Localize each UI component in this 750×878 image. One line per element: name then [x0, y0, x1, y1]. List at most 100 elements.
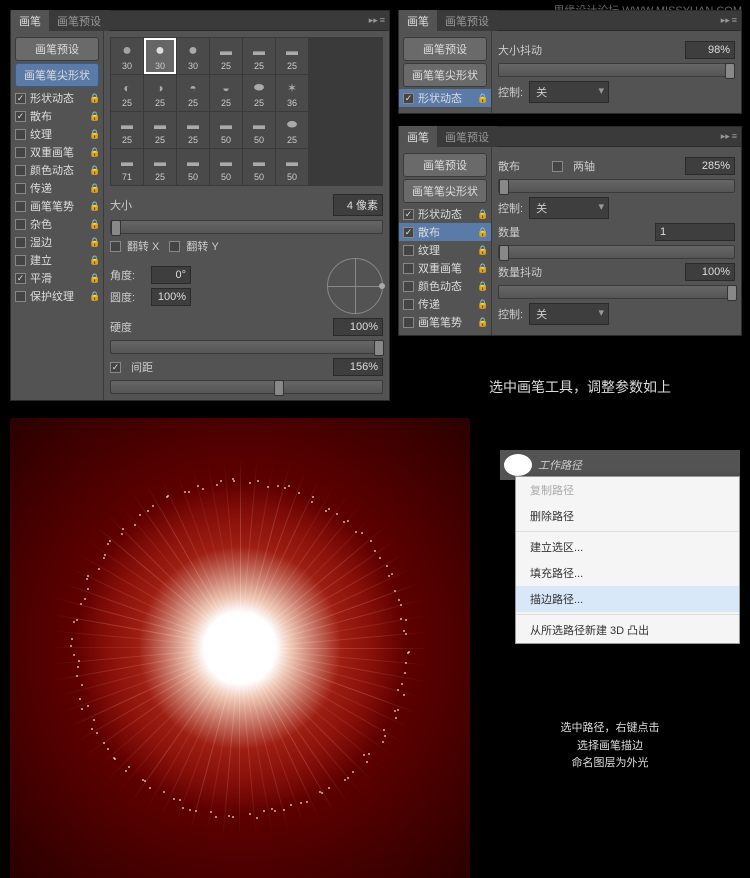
checkbox[interactable] [15, 201, 26, 212]
option-传递[interactable]: 传递🔒 [11, 179, 103, 197]
checkbox[interactable] [403, 227, 414, 238]
option-形状动态[interactable]: 形状动态🔒 [399, 205, 491, 223]
brush-cell[interactable]: ◑25 [144, 75, 176, 111]
scatter-slider[interactable] [498, 179, 735, 193]
size-value[interactable]: 4 像素 [333, 194, 383, 216]
option-双重画笔[interactable]: 双重画笔🔒 [11, 143, 103, 161]
lock-icon[interactable]: 🔒 [477, 209, 487, 220]
brush-cell[interactable]: ◒25 [210, 75, 242, 111]
lock-icon[interactable]: 🔒 [477, 317, 487, 328]
checkbox[interactable] [15, 273, 26, 284]
cjitter-slider[interactable] [498, 285, 735, 299]
tab-preset[interactable]: 画笔预设 [437, 10, 497, 32]
brush-cell[interactable]: ▬25 [111, 112, 143, 148]
jitter-value[interactable]: 98% [685, 41, 735, 59]
tab-brush[interactable]: 画笔 [399, 126, 437, 148]
menu-item[interactable]: 描边路径... [516, 586, 739, 612]
lock-icon[interactable]: 🔒 [89, 165, 99, 176]
checkbox[interactable] [15, 111, 26, 122]
menu-item[interactable]: 填充路径... [516, 560, 739, 586]
brush-cell[interactable]: ◓25 [177, 75, 209, 111]
checkbox[interactable] [15, 129, 26, 140]
tip-shape-button[interactable]: 画笔笔尖形状 [15, 63, 99, 87]
spacing-checkbox[interactable] [110, 362, 121, 373]
tip-shape-button[interactable]: 画笔笔尖形状 [403, 179, 487, 203]
option-保护纹理[interactable]: 保护纹理🔒 [11, 287, 103, 305]
brush-cell[interactable]: ✶36 [276, 75, 308, 111]
checkbox[interactable] [15, 165, 26, 176]
hardness-value[interactable]: 100% [333, 318, 383, 336]
both-checkbox[interactable] [552, 161, 563, 172]
brush-cell[interactable]: ▬25 [210, 38, 242, 74]
angle-value[interactable]: 0° [151, 266, 191, 284]
preset-button[interactable]: 画笔预设 [15, 37, 99, 61]
brush-cell[interactable]: ●30 [177, 38, 209, 74]
preset-button[interactable]: 画笔预设 [403, 37, 487, 61]
lock-icon[interactable]: 🔒 [89, 93, 99, 104]
lock-icon[interactable]: 🔒 [89, 237, 99, 248]
lock-icon[interactable]: 🔒 [89, 255, 99, 266]
option-形状动态[interactable]: 形状动态🔒 [11, 89, 103, 107]
brush-cell[interactable]: ▬71 [111, 149, 143, 185]
menu-item[interactable]: 建立选区... [516, 534, 739, 560]
flipx-checkbox[interactable] [110, 241, 121, 252]
brush-cell[interactable]: ▬50 [210, 149, 242, 185]
lock-icon[interactable]: 🔒 [89, 273, 99, 284]
option-画笔笔势[interactable]: 画笔笔势🔒 [11, 197, 103, 215]
tip-shape-button[interactable]: 画笔笔尖形状 [403, 63, 487, 87]
brush-cell[interactable]: ●30 [144, 38, 176, 74]
ctrl-dropdown[interactable]: 关 [529, 197, 609, 219]
lock-icon[interactable]: 🔒 [89, 201, 99, 212]
brush-cell[interactable]: ▬25 [144, 112, 176, 148]
lock-icon[interactable]: 🔒 [89, 291, 99, 302]
lock-icon[interactable]: 🔒 [89, 183, 99, 194]
checkbox[interactable] [403, 245, 414, 256]
checkbox[interactable] [15, 219, 26, 230]
checkbox[interactable] [403, 93, 414, 104]
option-纹理[interactable]: 纹理🔒 [11, 125, 103, 143]
ctrl2-dropdown[interactable]: 关 [529, 303, 609, 325]
lock-icon[interactable]: 🔒 [477, 93, 487, 104]
option-颜色动态[interactable]: 颜色动态🔒 [11, 161, 103, 179]
ctrl-dropdown[interactable]: 关 [529, 81, 609, 103]
tab-brush[interactable]: 画笔 [399, 10, 437, 32]
option-平滑[interactable]: 平滑🔒 [11, 269, 103, 287]
checkbox[interactable] [403, 281, 414, 292]
checkbox[interactable] [15, 93, 26, 104]
brush-cell[interactable]: ⬬25 [243, 75, 275, 111]
option-双重画笔[interactable]: 双重画笔🔒 [399, 259, 491, 277]
checkbox[interactable] [15, 255, 26, 266]
lock-icon[interactable]: 🔒 [477, 281, 487, 292]
option-建立[interactable]: 建立🔒 [11, 251, 103, 269]
collapse-icon[interactable]: ▸▸ [721, 131, 730, 142]
scatter-value[interactable]: 285% [685, 157, 735, 175]
lock-icon[interactable]: 🔒 [477, 245, 487, 256]
angle-disc[interactable] [327, 258, 383, 314]
lock-icon[interactable]: 🔒 [89, 111, 99, 122]
option-纹理[interactable]: 纹理🔒 [399, 241, 491, 259]
flipy-checkbox[interactable] [169, 241, 180, 252]
brush-cell[interactable]: ◐25 [111, 75, 143, 111]
menu-item[interactable]: 从所选路径新建 3D 凸出 [516, 617, 739, 643]
lock-icon[interactable]: 🔒 [477, 227, 487, 238]
option-散布[interactable]: 散布🔒 [399, 223, 491, 241]
round-value[interactable]: 100% [151, 288, 191, 306]
lock-icon[interactable]: 🔒 [477, 263, 487, 274]
option-颜色动态[interactable]: 颜色动态🔒 [399, 277, 491, 295]
tab-preset[interactable]: 画笔预设 [49, 10, 109, 32]
brush-cell[interactable]: ●30 [111, 38, 143, 74]
lock-icon[interactable]: 🔒 [89, 147, 99, 158]
cjitter-value[interactable]: 100% [685, 263, 735, 281]
brush-cell[interactable]: ▬25 [144, 149, 176, 185]
preset-button[interactable]: 画笔预设 [403, 153, 487, 177]
checkbox[interactable] [403, 209, 414, 220]
brush-cell[interactable]: ▬50 [210, 112, 242, 148]
size-slider[interactable] [110, 220, 383, 234]
hardness-slider[interactable] [110, 340, 383, 354]
menu-item[interactable]: 删除路径 [516, 503, 739, 529]
collapse-icon[interactable]: ▸▸ [721, 15, 730, 26]
checkbox[interactable] [15, 147, 26, 158]
checkbox[interactable] [403, 263, 414, 274]
lock-icon[interactable]: 🔒 [477, 299, 487, 310]
option-画笔笔势[interactable]: 画笔笔势🔒 [399, 313, 491, 331]
